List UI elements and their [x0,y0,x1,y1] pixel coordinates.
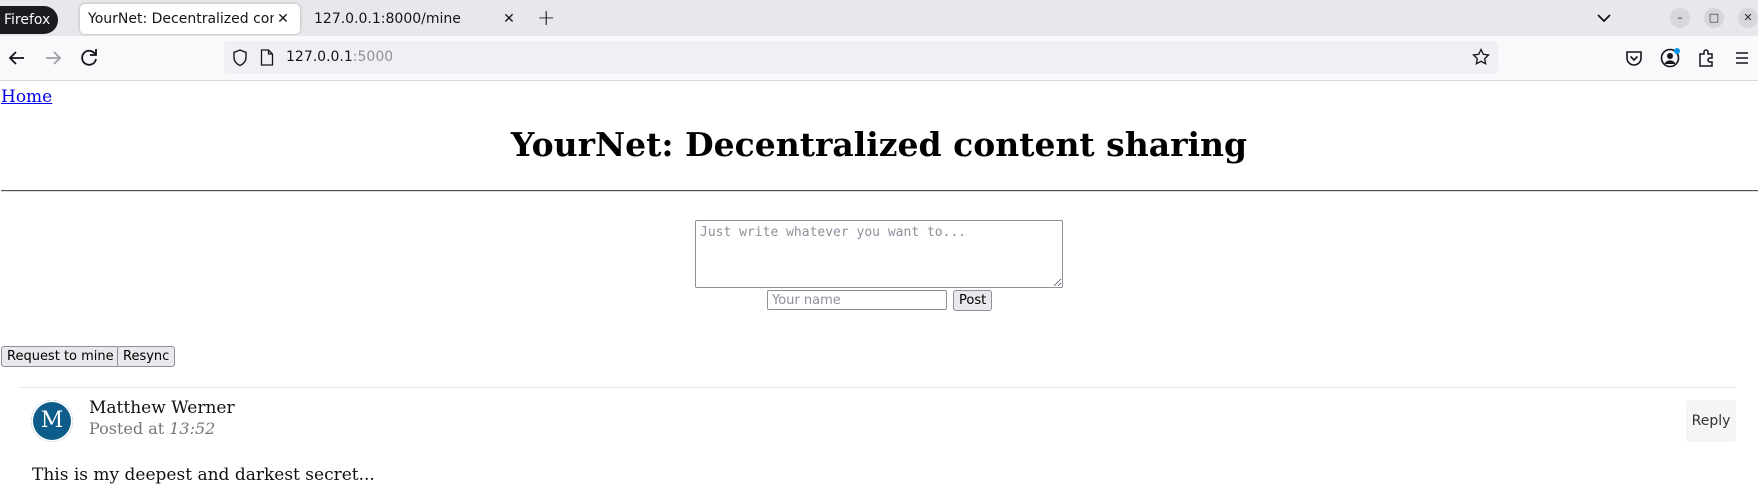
window-close-icon[interactable]: ✕ [1738,8,1758,28]
tab-mine[interactable]: 127.0.0.1:8000/mine ✕ [306,4,526,34]
shield-icon[interactable] [232,49,248,67]
page-title: YourNet: Decentralized content sharing [510,125,1248,164]
page-icon[interactable] [260,49,274,66]
post-timestamp: Posted at 13:52 [89,419,216,438]
post-content-textarea[interactable] [695,220,1063,288]
close-icon[interactable]: ✕ [500,4,518,34]
chevron-down-icon[interactable] [1594,6,1614,30]
pocket-icon[interactable] [1622,46,1646,70]
request-to-mine-button[interactable]: Request to mine [1,346,120,367]
back-arrow-icon[interactable] [5,46,29,70]
home-link[interactable]: Home [1,87,52,107]
menu-icon[interactable] [1730,46,1754,70]
extensions-icon[interactable] [1694,46,1718,70]
divider [1,190,1758,192]
close-icon[interactable]: ✕ [274,4,292,34]
tab-bar: Firefox YourNet: Decentralized cont ✕ 12… [0,0,1758,36]
reload-icon[interactable] [77,46,101,70]
resync-button[interactable]: Resync [117,346,176,367]
post-card-divider [20,387,1736,388]
url-text[interactable]: 127.0.0.1:5000 [286,41,393,74]
firefox-badge: Firefox [0,6,59,34]
url-bar[interactable]: 127.0.0.1:5000 [224,41,1498,74]
new-tab-icon[interactable]: + [537,4,555,34]
nav-bar: 127.0.0.1:5000 [0,36,1758,81]
author-name-input[interactable] [767,290,947,310]
star-icon[interactable] [1472,48,1490,66]
post-body: This is my deepest and darkest secret... [32,465,375,485]
forward-arrow-icon[interactable] [41,46,65,70]
maximize-icon[interactable]: □ [1704,8,1724,28]
post-author: Matthew Werner [89,398,235,418]
avatar: M [31,400,73,442]
reply-button[interactable]: Reply [1686,400,1736,442]
tab-yournet[interactable]: YourNet: Decentralized cont ✕ [80,4,300,34]
minimize-icon[interactable]: – [1670,8,1690,28]
tab-title: 127.0.0.1:8000/mine [314,11,461,27]
post-button[interactable]: Post [953,290,993,311]
tab-title: YourNet: Decentralized cont [88,11,274,27]
account-icon[interactable] [1658,46,1682,70]
